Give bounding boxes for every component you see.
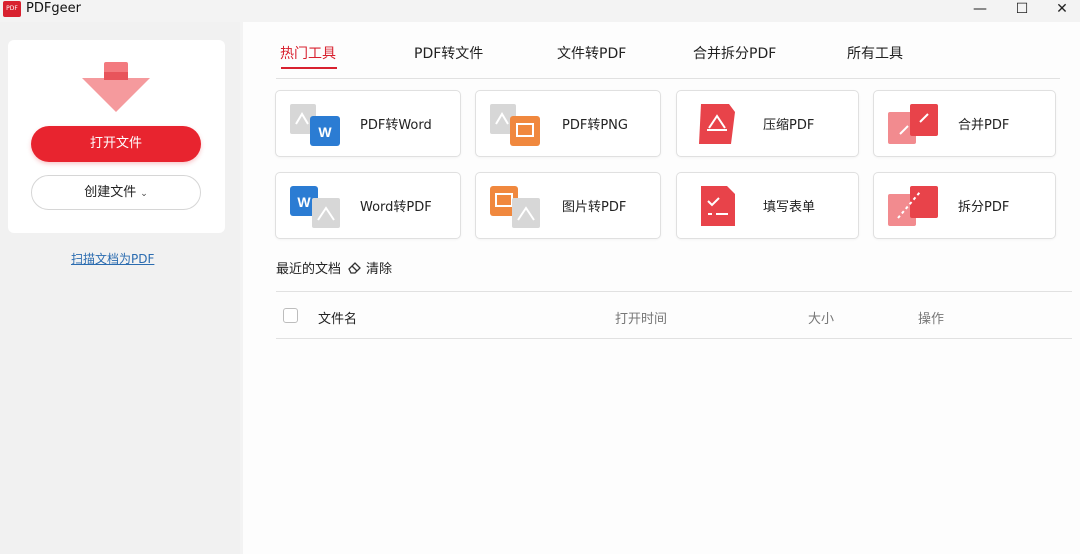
title-bar: PDF PDFgeer — ☐ ✕ bbox=[0, 0, 1080, 22]
download-arrow-icon bbox=[82, 62, 150, 112]
tool-compress-pdf[interactable]: 压缩PDF bbox=[676, 90, 859, 157]
tool-label: PDF转PNG bbox=[562, 118, 628, 133]
split-pdf-icon bbox=[888, 186, 938, 226]
merge-pdf-icon bbox=[888, 104, 938, 144]
recent-documents-title: 最近的文档 bbox=[276, 262, 342, 277]
eraser-icon bbox=[348, 261, 361, 274]
word-to-pdf-icon: W bbox=[290, 186, 340, 228]
tabs-divider bbox=[276, 78, 1060, 79]
maximize-button[interactable]: ☐ bbox=[1002, 0, 1042, 18]
tool-label: 压缩PDF bbox=[763, 118, 815, 133]
image-to-pdf-icon bbox=[490, 186, 540, 228]
pdf-to-word-icon: W bbox=[290, 104, 340, 146]
tab-file-to-pdf[interactable]: 文件转PDF bbox=[557, 45, 626, 63]
tool-image-to-pdf[interactable]: 图片转PDF bbox=[475, 172, 661, 239]
clear-recent-button[interactable]: 清除 bbox=[348, 258, 392, 277]
tool-pdf-to-word[interactable]: W PDF转Word bbox=[275, 90, 461, 157]
pdf-to-png-icon bbox=[490, 104, 540, 146]
column-header-actions: 操作 bbox=[918, 312, 945, 327]
compress-pdf-icon bbox=[699, 104, 735, 144]
tool-label: 图片转PDF bbox=[562, 200, 627, 215]
minimize-button[interactable]: — bbox=[960, 0, 1000, 18]
clear-label: 清除 bbox=[366, 262, 393, 277]
tab-hot-tools[interactable]: 热门工具 bbox=[280, 45, 336, 63]
app-logo-icon: PDF bbox=[3, 1, 21, 17]
fill-form-icon bbox=[701, 186, 735, 226]
column-header-open-time[interactable]: 打开时间 bbox=[615, 308, 667, 327]
close-button[interactable]: ✕ bbox=[1042, 0, 1080, 18]
svg-text:W: W bbox=[297, 194, 311, 210]
tool-label: 合并PDF bbox=[958, 118, 1010, 133]
tool-merge-pdf[interactable]: 合并PDF bbox=[873, 90, 1056, 157]
tool-word-to-pdf[interactable]: W Word转PDF bbox=[275, 172, 461, 239]
tool-label: Word转PDF bbox=[360, 200, 432, 215]
tool-pdf-to-png[interactable]: PDF转PNG bbox=[475, 90, 661, 157]
svg-text:W: W bbox=[318, 124, 332, 140]
tab-all-tools[interactable]: 所有工具 bbox=[847, 45, 903, 63]
column-header-size[interactable]: 大小 bbox=[808, 308, 834, 327]
tool-fill-form[interactable]: 填写表单 bbox=[676, 172, 859, 239]
app-title: PDFgeer bbox=[26, 1, 81, 16]
tab-pdf-to-file[interactable]: PDF转文件 bbox=[414, 45, 483, 63]
create-file-label: 创建文件 bbox=[84, 185, 137, 200]
table-divider bbox=[276, 291, 1072, 292]
table-divider bbox=[276, 338, 1072, 339]
open-file-button[interactable]: 打开文件 bbox=[31, 126, 201, 162]
select-all-checkbox[interactable] bbox=[283, 308, 298, 323]
column-header-filename[interactable]: 文件名 bbox=[318, 308, 357, 327]
tool-label: PDF转Word bbox=[360, 118, 432, 133]
active-tab-indicator bbox=[281, 67, 337, 69]
tool-label: 拆分PDF bbox=[958, 200, 1010, 215]
chevron-down-icon: ⌄ bbox=[140, 189, 148, 199]
scan-to-pdf-link[interactable]: 扫描文档为PDF bbox=[71, 250, 154, 267]
tool-label: 填写表单 bbox=[763, 200, 816, 215]
tab-merge-split-pdf[interactable]: 合并拆分PDF bbox=[693, 45, 776, 63]
tool-split-pdf[interactable]: 拆分PDF bbox=[873, 172, 1056, 239]
create-file-button[interactable]: 创建文件 ⌄ bbox=[31, 175, 201, 210]
